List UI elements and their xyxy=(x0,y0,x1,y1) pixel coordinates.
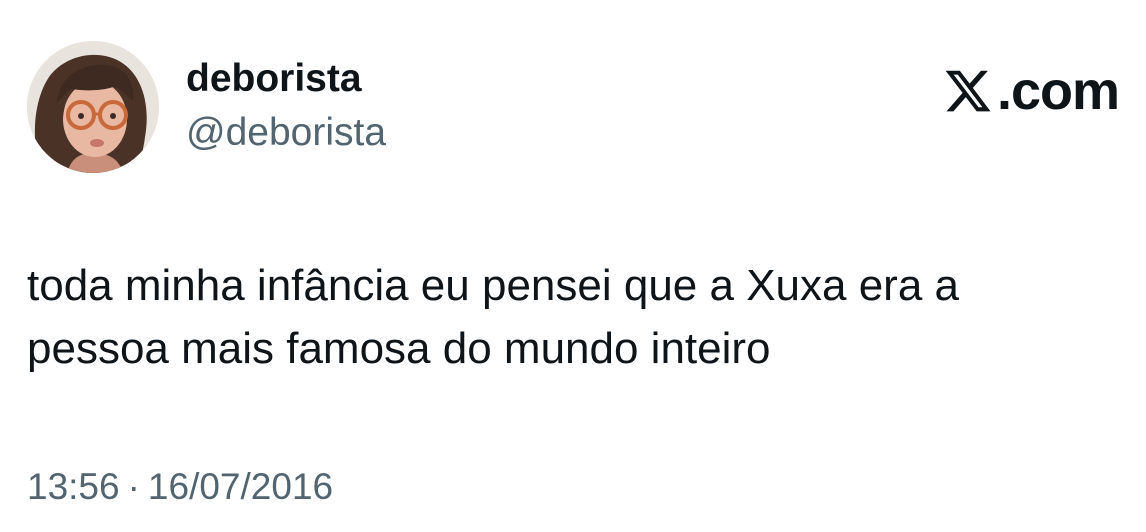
author-display-name[interactable]: deborista xyxy=(186,57,362,101)
timestamp-separator: · xyxy=(127,466,140,507)
avatar[interactable] xyxy=(27,41,159,173)
brand-watermark: .com xyxy=(943,61,1120,121)
brand-text: .com xyxy=(996,61,1120,121)
profile-photo-icon xyxy=(27,41,159,173)
x-logo-icon xyxy=(945,70,991,112)
tweet-date: 16/07/2016 xyxy=(147,466,334,507)
tweet-time: 13:56 xyxy=(27,466,120,507)
tweet-text: toda minha infância eu pensei que a Xuxa… xyxy=(27,261,959,373)
author-handle[interactable]: @deborista xyxy=(186,111,386,155)
tweet-card: deborista @deborista .com toda minha inf… xyxy=(0,0,1146,532)
tweet-timestamp[interactable]: 13:56 · 16/07/2016 xyxy=(27,465,333,509)
